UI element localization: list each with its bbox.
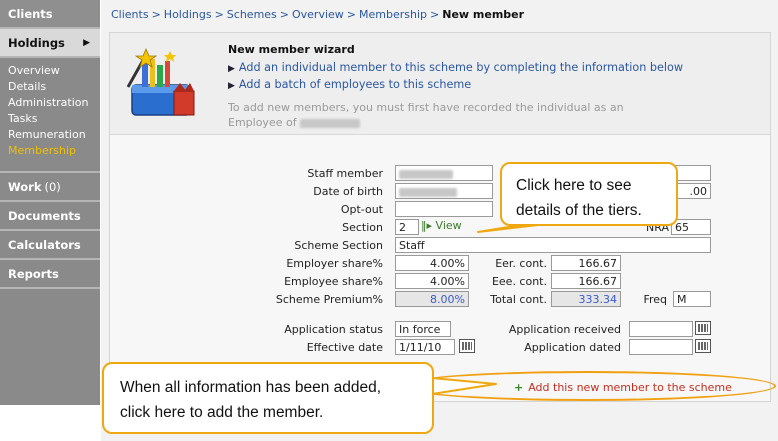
breadcrumb-separator: > bbox=[214, 8, 224, 21]
employee-share-label: Employee share% bbox=[284, 275, 383, 288]
breadcrumb-membership[interactable]: Membership bbox=[359, 8, 427, 21]
tiers-callout-line-2: details of the tiers. bbox=[516, 202, 642, 219]
application-status-field[interactable]: In force bbox=[395, 321, 451, 337]
section-field[interactable]: 2 bbox=[395, 219, 419, 235]
add-individual-label: Add an individual member to this scheme … bbox=[238, 61, 683, 74]
nav-work[interactable]: Work (0) bbox=[0, 173, 100, 202]
breadcrumb-separator: > bbox=[430, 8, 440, 21]
breadcrumb: Clients > Holdings > Schemes > Overview > Member… bbox=[111, 8, 524, 21]
nav-documents[interactable]: Documents bbox=[0, 202, 100, 231]
effective-date-field[interactable]: 1/11/10 bbox=[395, 339, 455, 355]
tiers-callout-line-1: Click here to see bbox=[516, 177, 632, 194]
redacted-staff-name bbox=[399, 169, 453, 179]
dob-field[interactable] bbox=[395, 183, 493, 199]
add-callout-line-1: When all information has been added, bbox=[120, 379, 382, 396]
calendar-icon[interactable] bbox=[695, 339, 711, 353]
scheme-section-label: Scheme Section bbox=[294, 239, 383, 252]
nav-clients-label: Clients bbox=[8, 6, 53, 21]
add-batch-link[interactable]: ▶ Add a batch of employees to this scheme bbox=[228, 78, 471, 91]
scheme-section-field[interactable]: Staff bbox=[395, 237, 711, 253]
breadcrumb-current: New member bbox=[442, 8, 525, 21]
breadcrumb-separator: > bbox=[346, 8, 357, 21]
nav-holdings[interactable]: Holdings ▶ bbox=[0, 29, 100, 58]
subnav-details[interactable]: Details bbox=[8, 79, 100, 95]
staff-member-field[interactable] bbox=[395, 165, 493, 181]
section-label: Section bbox=[342, 221, 383, 234]
application-dated-label: Application dated bbox=[524, 341, 621, 354]
nav-reports[interactable]: Reports bbox=[0, 260, 100, 289]
subnav-administration[interactable]: Administration bbox=[8, 95, 100, 111]
subnav-overview[interactable]: Overview bbox=[8, 63, 100, 79]
employer-share-label: Employer share% bbox=[286, 257, 383, 270]
subnav-remuneration[interactable]: Remuneration bbox=[8, 127, 100, 143]
breadcrumb-clients[interactable]: Clients bbox=[111, 8, 149, 21]
nav-documents-label: Documents bbox=[8, 208, 81, 223]
breadcrumb-holdings[interactable]: Holdings bbox=[164, 8, 212, 21]
wizard-note: To add new members, you must first have … bbox=[228, 100, 708, 130]
bullet-arrow-icon: ▶ bbox=[228, 81, 235, 91]
staff-member-label: Staff member bbox=[307, 167, 383, 180]
employee-share-field[interactable]: 4.00% bbox=[395, 273, 469, 289]
wizard-toolbox-icon bbox=[126, 47, 195, 116]
subnav-tasks[interactable]: Tasks bbox=[8, 111, 100, 127]
add-individual-link[interactable]: ▶ Add an individual member to this scheme… bbox=[228, 61, 683, 74]
nra-field[interactable]: 65 bbox=[671, 219, 711, 235]
redacted-dob bbox=[399, 187, 457, 197]
nav-clients[interactable]: Clients bbox=[0, 0, 100, 29]
nav-work-label: Work bbox=[8, 179, 42, 194]
application-received-field[interactable] bbox=[629, 321, 693, 337]
breadcrumb-separator: > bbox=[151, 8, 161, 21]
application-status-label: Application status bbox=[284, 323, 383, 336]
view-label: View bbox=[435, 219, 462, 232]
eee-cont-field[interactable]: 166.67 bbox=[551, 273, 621, 289]
scheme-premium-field: 8.00% bbox=[395, 291, 469, 307]
highlight-oval bbox=[398, 371, 776, 401]
eer-cont-label: Eer. cont. bbox=[495, 257, 547, 270]
breadcrumb-schemes[interactable]: Schemes bbox=[227, 8, 277, 21]
breadcrumb-separator: > bbox=[279, 8, 289, 21]
add-callout: When all information has been added, cli… bbox=[102, 362, 434, 434]
effective-date-label: Effective date bbox=[306, 341, 383, 354]
eer-cont-field[interactable]: 166.67 bbox=[551, 255, 621, 271]
total-cont-label: Total cont. bbox=[490, 293, 547, 306]
dob-label: Date of birth bbox=[313, 185, 383, 198]
view-icon: ‖▸ bbox=[421, 219, 433, 232]
breadcrumb-overview[interactable]: Overview bbox=[292, 8, 344, 21]
view-tiers-button[interactable]: ‖▸ View bbox=[421, 219, 462, 232]
total-cont-field: 333.34 bbox=[551, 291, 621, 307]
opt-out-field[interactable] bbox=[395, 201, 493, 217]
application-received-label: Application received bbox=[508, 323, 621, 336]
nav-reports-label: Reports bbox=[8, 266, 59, 281]
nav-holdings-label: Holdings bbox=[8, 35, 65, 50]
wizard-title: New member wizard bbox=[228, 43, 355, 56]
opt-out-label: Opt-out bbox=[340, 203, 383, 216]
calendar-icon[interactable] bbox=[695, 321, 711, 335]
eee-cont-label: Eee. cont. bbox=[491, 275, 547, 288]
employer-share-field[interactable]: 4.00% bbox=[395, 255, 469, 271]
subnav-membership[interactable]: Membership bbox=[8, 143, 100, 159]
nav-work-count: (0) bbox=[44, 179, 61, 194]
sidebar: Clients Holdings ▶ Overview Details Admi… bbox=[0, 0, 100, 405]
wizard-note-text: To add new members, you must first have … bbox=[228, 101, 624, 114]
add-callout-line-2: click here to add the member. bbox=[120, 404, 324, 421]
add-batch-label: Add a batch of employees to this scheme bbox=[238, 78, 472, 91]
redacted-employer-name bbox=[300, 118, 361, 128]
holdings-submenu: Overview Details Administration Tasks Re… bbox=[0, 58, 100, 173]
freq-label: Freq bbox=[643, 293, 667, 306]
nav-calculators[interactable]: Calculators bbox=[0, 231, 100, 260]
nav-calculators-label: Calculators bbox=[8, 237, 81, 252]
application-dated-field[interactable] bbox=[629, 339, 693, 355]
bullet-arrow-icon: ▶ bbox=[228, 64, 235, 74]
scheme-premium-label: Scheme Premium% bbox=[275, 293, 383, 306]
freq-field[interactable]: M bbox=[673, 291, 711, 307]
tiers-callout: Click here to see details of the tiers. bbox=[500, 162, 678, 226]
wizard-header: New member wizard ▶ Add an individual mem… bbox=[110, 33, 770, 135]
chevron-right-icon: ▶ bbox=[83, 37, 90, 48]
wizard-note-employee: Employee of bbox=[228, 116, 297, 129]
